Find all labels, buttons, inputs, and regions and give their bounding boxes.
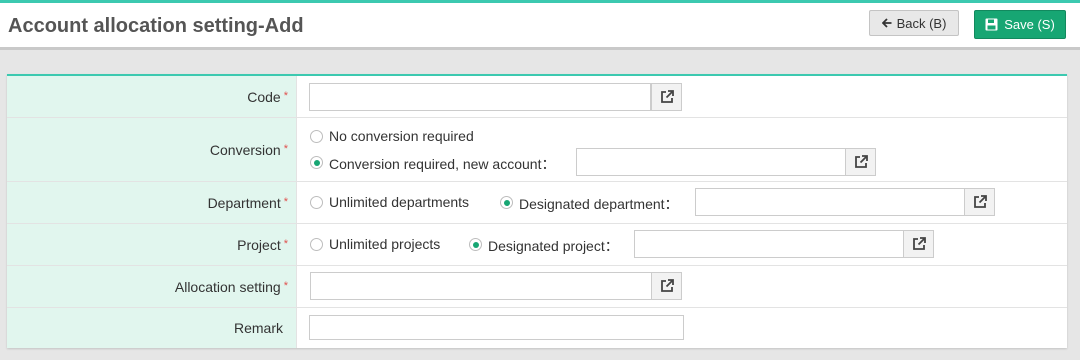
required-mark: *: [283, 237, 288, 250]
remark-label-cell: Remark: [7, 308, 297, 348]
allocation-setting-lookup-button[interactable]: [651, 272, 682, 300]
project-input[interactable]: [634, 230, 904, 258]
conversion-required-option-label[interactable]: Conversion required, new account：: [329, 154, 555, 174]
form-panel: Code * Conversion * No conversion requir…: [7, 74, 1067, 348]
code-input[interactable]: [309, 83, 651, 111]
project-label: Project: [237, 236, 281, 253]
code-label-cell: Code *: [7, 76, 297, 117]
external-link-icon: [854, 155, 868, 168]
designated-department-option-label[interactable]: Designated department：: [519, 194, 679, 214]
conversion-label: Conversion: [209, 141, 281, 158]
required-mark: *: [283, 142, 288, 155]
remark-input[interactable]: [309, 315, 684, 340]
department-row: Department * Unlimited departments Desig…: [7, 182, 1067, 224]
project-label-cell: Project *: [7, 224, 297, 265]
external-link-icon: [660, 90, 674, 103]
unlimited-projects-radio[interactable]: [310, 238, 323, 251]
project-lookup-button[interactable]: [903, 230, 934, 258]
new-account-input[interactable]: [576, 148, 846, 176]
required-mark: *: [283, 195, 288, 208]
conversion-label-cell: Conversion *: [7, 118, 297, 181]
conversion-row: Conversion * No conversion required Conv…: [7, 118, 1067, 182]
department-lookup-button[interactable]: [964, 188, 995, 216]
code-lookup-button[interactable]: [651, 83, 682, 111]
unlimited-departments-option-label[interactable]: Unlimited departments: [329, 194, 469, 210]
remark-row: Remark: [7, 308, 1067, 348]
allocation-setting-label: Allocation setting: [174, 278, 281, 295]
no-conversion-option-label[interactable]: No conversion required: [329, 128, 474, 144]
required-mark: *: [283, 279, 288, 292]
new-account-lookup-button[interactable]: [845, 148, 876, 176]
designated-department-radio[interactable]: [500, 196, 513, 209]
page-header: Account allocation setting-Add Back (B) …: [0, 3, 1080, 50]
allocation-setting-row: Allocation setting *: [7, 266, 1067, 308]
code-label: Code: [247, 88, 281, 105]
allocation-setting-label-cell: Allocation setting *: [7, 266, 297, 307]
department-label: Department: [207, 194, 281, 211]
external-link-icon: [660, 279, 674, 292]
page-title: Account allocation setting-Add: [8, 15, 304, 37]
designated-project-radio[interactable]: [469, 238, 482, 251]
external-link-icon: [973, 195, 987, 208]
department-label-cell: Department *: [7, 182, 297, 223]
project-row: Project * Unlimited projects Designated …: [7, 224, 1067, 266]
remark-label: Remark: [233, 320, 283, 336]
back-button-label: Back (B): [896, 15, 947, 31]
unlimited-projects-option-label[interactable]: Unlimited projects: [329, 236, 440, 252]
department-input[interactable]: [695, 188, 965, 216]
designated-project-option-label[interactable]: Designated project：: [488, 236, 619, 256]
unlimited-departments-radio[interactable]: [310, 196, 323, 209]
floppy-disk-icon: [985, 18, 998, 31]
save-button-label: Save (S): [1004, 17, 1055, 32]
code-row: Code *: [7, 76, 1067, 118]
required-mark: *: [283, 89, 288, 102]
conversion-required-radio[interactable]: [310, 156, 323, 169]
arrow-left-icon: [881, 18, 892, 28]
external-link-icon: [912, 237, 926, 250]
allocation-setting-input[interactable]: [310, 272, 652, 300]
back-button[interactable]: Back (B): [869, 10, 959, 36]
save-button[interactable]: Save (S): [974, 10, 1066, 39]
no-conversion-radio[interactable]: [310, 130, 323, 143]
